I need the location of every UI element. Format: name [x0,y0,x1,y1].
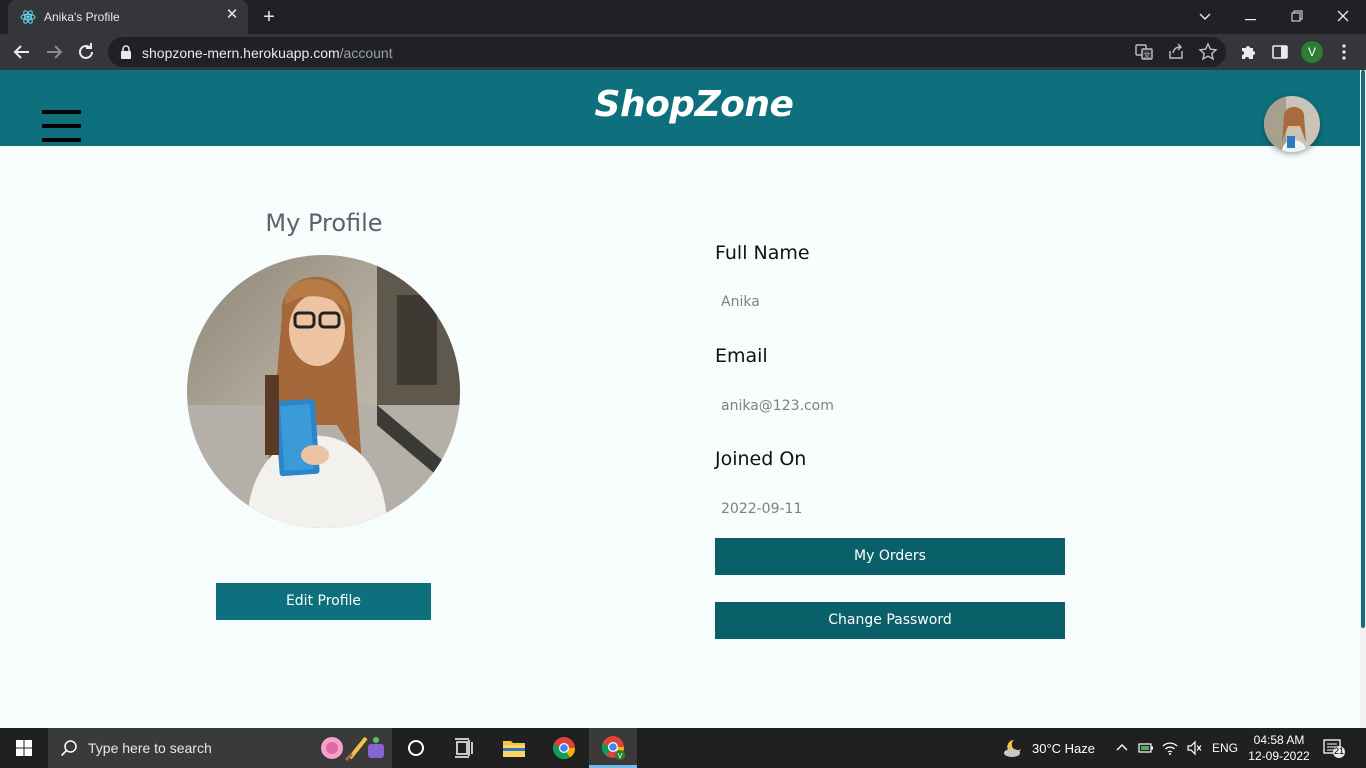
lock-icon [121,45,131,59]
reload-icon[interactable] [74,40,98,64]
weather-icon[interactable] [1002,737,1024,759]
svg-text:V: V [618,752,623,760]
change-password-button[interactable]: Change Password [715,602,1065,639]
show-hidden-icons-icon[interactable] [1114,740,1130,756]
share-icon[interactable] [1166,42,1186,62]
page-title: My Profile [265,209,383,237]
notification-count: 21 [1333,746,1344,756]
battery-icon[interactable] [1138,740,1154,756]
joined-on-value: 2022-09-11 [721,501,803,517]
language-indicator[interactable]: ENG [1212,741,1238,755]
page-scrollbar[interactable] [1360,70,1366,728]
task-view-icon[interactable] [440,728,488,768]
app-header: ShopZone [0,70,1360,152]
full-name-value: Anika [721,294,760,310]
react-icon [20,10,36,24]
taskbar-search-input[interactable]: Type here to search [48,728,392,768]
tab-title: Anika's Profile [44,10,120,24]
joined-on-label: Joined On [715,448,807,470]
volume-muted-icon[interactable] [1186,740,1202,756]
translate-icon[interactable]: 文 [1134,42,1154,62]
avatar-image [1264,96,1320,152]
clock[interactable]: 04:58 AM 12-09-2022 [1244,732,1314,764]
wifi-icon[interactable] [1162,740,1178,756]
scrollbar-thumb[interactable] [1361,70,1365,628]
svg-text:文: 文 [1144,51,1151,60]
profile-photo-image [187,255,460,528]
brand-logo[interactable]: ShopZone [0,84,1366,125]
chrome-icon[interactable] [540,728,588,768]
back-icon[interactable] [10,40,34,64]
browser-profile-avatar[interactable]: V [1301,41,1323,63]
my-orders-button[interactable]: My Orders [715,538,1065,575]
windows-logo-icon [16,740,32,756]
edit-profile-button[interactable]: Edit Profile [216,583,431,620]
side-panel-icon[interactable] [1270,42,1290,62]
cortana-icon[interactable] [392,728,440,768]
notifications-icon[interactable]: 21 [1322,738,1346,758]
search-highlight-icon [321,736,384,762]
forward-icon[interactable] [42,40,66,64]
new-tab-button[interactable]: + [258,6,280,28]
restore-button[interactable] [1274,0,1320,34]
search-placeholder: Type here to search [88,740,212,756]
user-avatar[interactable] [1264,96,1320,152]
weather-text[interactable]: 30°C Haze [1032,741,1095,756]
file-explorer-icon[interactable] [490,728,538,768]
start-button[interactable] [0,728,48,768]
bookmark-star-icon[interactable] [1198,42,1218,62]
windows-taskbar: Type here to search V 30°C Haze ENG 04:5… [0,728,1366,768]
email-label: Email [715,345,768,367]
browser-toolbar: shopzone-mern.herokuapp.com/account 文 V [0,34,1366,70]
more-menu-icon[interactable] [1334,42,1354,62]
clock-date: 12-09-2022 [1248,749,1310,763]
profile-photo [187,255,460,528]
clock-time: 04:58 AM [1253,733,1305,747]
browser-tab-strip: Anika's Profile ✕ + [0,0,1366,34]
tab-search-icon[interactable] [1182,0,1228,34]
search-icon [60,740,77,757]
minimize-button[interactable] [1228,0,1274,34]
browser-tab[interactable]: Anika's Profile ✕ [8,0,248,34]
url-text: shopzone-mern.herokuapp.com/account [142,45,393,61]
chrome-profile-icon[interactable]: V [589,728,637,768]
address-bar[interactable]: shopzone-mern.herokuapp.com/account 文 [108,37,1226,67]
extensions-icon[interactable] [1238,42,1258,62]
full-name-label: Full Name [715,242,810,264]
close-window-button[interactable] [1320,0,1366,34]
email-value: anika@123.com [721,398,834,414]
tab-close-icon[interactable]: ✕ [224,7,240,23]
